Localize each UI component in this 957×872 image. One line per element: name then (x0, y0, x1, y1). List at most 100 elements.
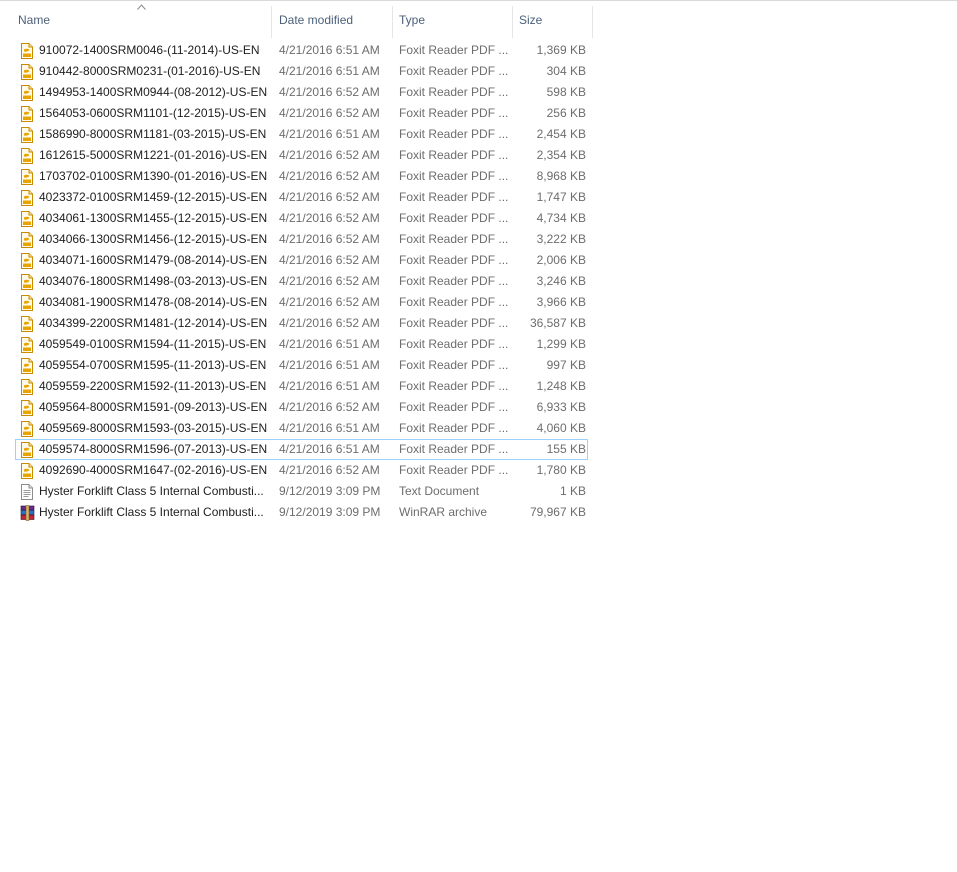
file-name: 4034076-1800SRM1498-(03-2013)-US-EN (39, 274, 268, 288)
file-name: 4059554-0700SRM1595-(11-2013)-US-EN (39, 358, 267, 372)
file-type: Foxit Reader PDF ... (399, 106, 509, 120)
file-row[interactable]: 1494953-1400SRM0944-(08-2012)-US-EN 4/21/… (15, 82, 588, 103)
winrar-archive-icon (20, 505, 35, 521)
file-date-modified: 4/21/2016 6:51 AM (279, 358, 380, 372)
file-type: Text Document (399, 484, 480, 498)
file-date-modified: 4/21/2016 6:52 AM (279, 400, 380, 414)
file-row[interactable]: 910072-1400SRM0046-(11-2014)-US-EN 4/21/2… (15, 40, 588, 61)
file-type: WinRAR archive (399, 505, 488, 519)
foxit-pdf-icon (20, 190, 34, 206)
column-header-type[interactable]: Type (393, 1, 511, 38)
file-name: 1703702-0100SRM1390-(01-2016)-US-EN (39, 169, 268, 183)
file-date-modified: 4/21/2016 6:51 AM (279, 337, 380, 351)
foxit-pdf-icon (20, 463, 34, 479)
file-size: 3,222 KB (536, 232, 586, 246)
file-type: Foxit Reader PDF ... (399, 85, 509, 99)
file-row[interactable]: 1586990-8000SRM1181-(03-2015)-US-EN 4/21/… (15, 124, 588, 145)
file-type: Foxit Reader PDF ... (399, 463, 509, 477)
file-size: 256 KB (546, 106, 586, 120)
file-name: Hyster Forklift Class 5 Internal Combust… (39, 505, 264, 519)
file-date-modified: 4/21/2016 6:51 AM (279, 421, 380, 435)
file-type: Foxit Reader PDF ... (399, 442, 509, 456)
file-name: 910072-1400SRM0046-(11-2014)-US-EN (39, 43, 260, 57)
file-date-modified: 4/21/2016 6:52 AM (279, 85, 380, 99)
foxit-pdf-icon (20, 442, 34, 458)
file-name: 4034399-2200SRM1481-(12-2014)-US-EN (39, 316, 268, 330)
file-size: 3,966 KB (536, 295, 586, 309)
file-date-modified: 9/12/2019 3:09 PM (279, 484, 381, 498)
file-row[interactable]: 910442-8000SRM0231-(01-2016)-US-EN 4/21/2… (15, 61, 588, 82)
file-name: 4023372-0100SRM1459-(12-2015)-US-EN (39, 190, 268, 204)
file-row[interactable]: 4034399-2200SRM1481-(12-2014)-US-EN 4/21/… (15, 313, 588, 334)
file-name: Hyster Forklift Class 5 Internal Combust… (39, 484, 264, 498)
file-type: Foxit Reader PDF ... (399, 400, 509, 414)
file-date-modified: 4/21/2016 6:52 AM (279, 274, 380, 288)
file-row[interactable]: 4059554-0700SRM1595-(11-2013)-US-EN 4/21/… (15, 355, 588, 376)
file-row[interactable]: 1703702-0100SRM1390-(01-2016)-US-EN 4/21/… (15, 166, 588, 187)
file-size: 4,060 KB (536, 421, 586, 435)
file-date-modified: 4/21/2016 6:52 AM (279, 148, 380, 162)
file-date-modified: 4/21/2016 6:52 AM (279, 232, 380, 246)
foxit-pdf-icon (20, 211, 34, 227)
column-header-name[interactable]: Name (12, 1, 270, 38)
file-row[interactable]: Hyster Forklift Class 5 Internal Combust… (15, 502, 588, 523)
file-row[interactable]: 4023372-0100SRM1459-(12-2015)-US-EN 4/21/… (15, 187, 588, 208)
file-date-modified: 4/21/2016 6:52 AM (279, 106, 380, 120)
file-size: 2,354 KB (536, 148, 586, 162)
file-date-modified: 4/21/2016 6:52 AM (279, 253, 380, 267)
file-row[interactable]: 4034071-1600SRM1479-(08-2014)-US-EN 4/21/… (15, 250, 588, 271)
file-name: 1564053-0600SRM1101-(12-2015)-US-EN (39, 106, 267, 120)
file-row[interactable]: 4059564-8000SRM1591-(09-2013)-US-EN 4/21/… (15, 397, 588, 418)
file-type: Foxit Reader PDF ... (399, 127, 509, 141)
file-type: Foxit Reader PDF ... (399, 211, 509, 225)
file-date-modified: 4/21/2016 6:52 AM (279, 211, 380, 225)
file-size: 1,248 KB (536, 379, 586, 393)
foxit-pdf-icon (20, 400, 34, 416)
file-row[interactable]: 4034061-1300SRM1455-(12-2015)-US-EN 4/21/… (15, 208, 588, 229)
file-name: 1612615-5000SRM1221-(01-2016)-US-EN (39, 148, 268, 162)
file-row[interactable]: 4059549-0100SRM1594-(11-2015)-US-EN 4/21/… (15, 334, 588, 355)
foxit-pdf-icon (20, 148, 34, 164)
file-row[interactable]: 4059574-8000SRM1596-(07-2013)-US-EN 4/21/… (15, 439, 588, 460)
file-size: 4,734 KB (536, 211, 586, 225)
file-date-modified: 4/21/2016 6:52 AM (279, 190, 380, 204)
file-row[interactable]: 1612615-5000SRM1221-(01-2016)-US-EN 4/21/… (15, 145, 588, 166)
file-row[interactable]: Hyster Forklift Class 5 Internal Combust… (15, 481, 588, 502)
file-date-modified: 4/21/2016 6:52 AM (279, 316, 380, 330)
column-header-size[interactable]: Size (513, 1, 591, 38)
file-size: 1,369 KB (536, 43, 586, 57)
file-row[interactable]: 1564053-0600SRM1101-(12-2015)-US-EN 4/21/… (15, 103, 588, 124)
foxit-pdf-icon (20, 337, 34, 353)
file-size: 155 KB (546, 442, 586, 456)
file-size: 598 KB (546, 85, 586, 99)
column-divider[interactable] (271, 6, 272, 38)
file-date-modified: 9/12/2019 3:09 PM (279, 505, 381, 519)
foxit-pdf-icon (20, 295, 34, 311)
file-row[interactable]: 4092690-4000SRM1647-(02-2016)-US-EN 4/21/… (15, 460, 588, 481)
file-row[interactable]: 4059569-8000SRM1593-(03-2015)-US-EN 4/21/… (15, 418, 588, 439)
file-type: Foxit Reader PDF ... (399, 232, 509, 246)
file-size: 997 KB (546, 358, 586, 372)
file-size: 2,006 KB (536, 253, 586, 267)
foxit-pdf-icon (20, 127, 34, 143)
file-row[interactable]: 4034081-1900SRM1478-(08-2014)-US-EN 4/21/… (15, 292, 588, 313)
foxit-pdf-icon (20, 421, 34, 437)
file-size: 3,246 KB (536, 274, 586, 288)
file-date-modified: 4/21/2016 6:51 AM (279, 442, 380, 456)
file-type: Foxit Reader PDF ... (399, 253, 509, 267)
foxit-pdf-icon (20, 43, 34, 59)
file-name: 4034066-1300SRM1456-(12-2015)-US-EN (39, 232, 268, 246)
file-row[interactable]: 4034076-1800SRM1498-(03-2013)-US-EN 4/21/… (15, 271, 588, 292)
foxit-pdf-icon (20, 253, 34, 269)
file-row[interactable]: 4059559-2200SRM1592-(11-2013)-US-EN 4/21/… (15, 376, 588, 397)
column-divider[interactable] (592, 6, 593, 38)
column-header-date[interactable]: Date modified (273, 1, 391, 38)
file-name: 4034061-1300SRM1455-(12-2015)-US-EN (39, 211, 268, 225)
file-row[interactable]: 4034066-1300SRM1456-(12-2015)-US-EN 4/21/… (15, 229, 588, 250)
file-type: Foxit Reader PDF ... (399, 337, 509, 351)
file-type: Foxit Reader PDF ... (399, 148, 509, 162)
file-size: 8,968 KB (536, 169, 586, 183)
text-document-icon (20, 484, 34, 500)
file-name: 4034071-1600SRM1479-(08-2014)-US-EN (39, 253, 268, 267)
foxit-pdf-icon (20, 274, 34, 290)
